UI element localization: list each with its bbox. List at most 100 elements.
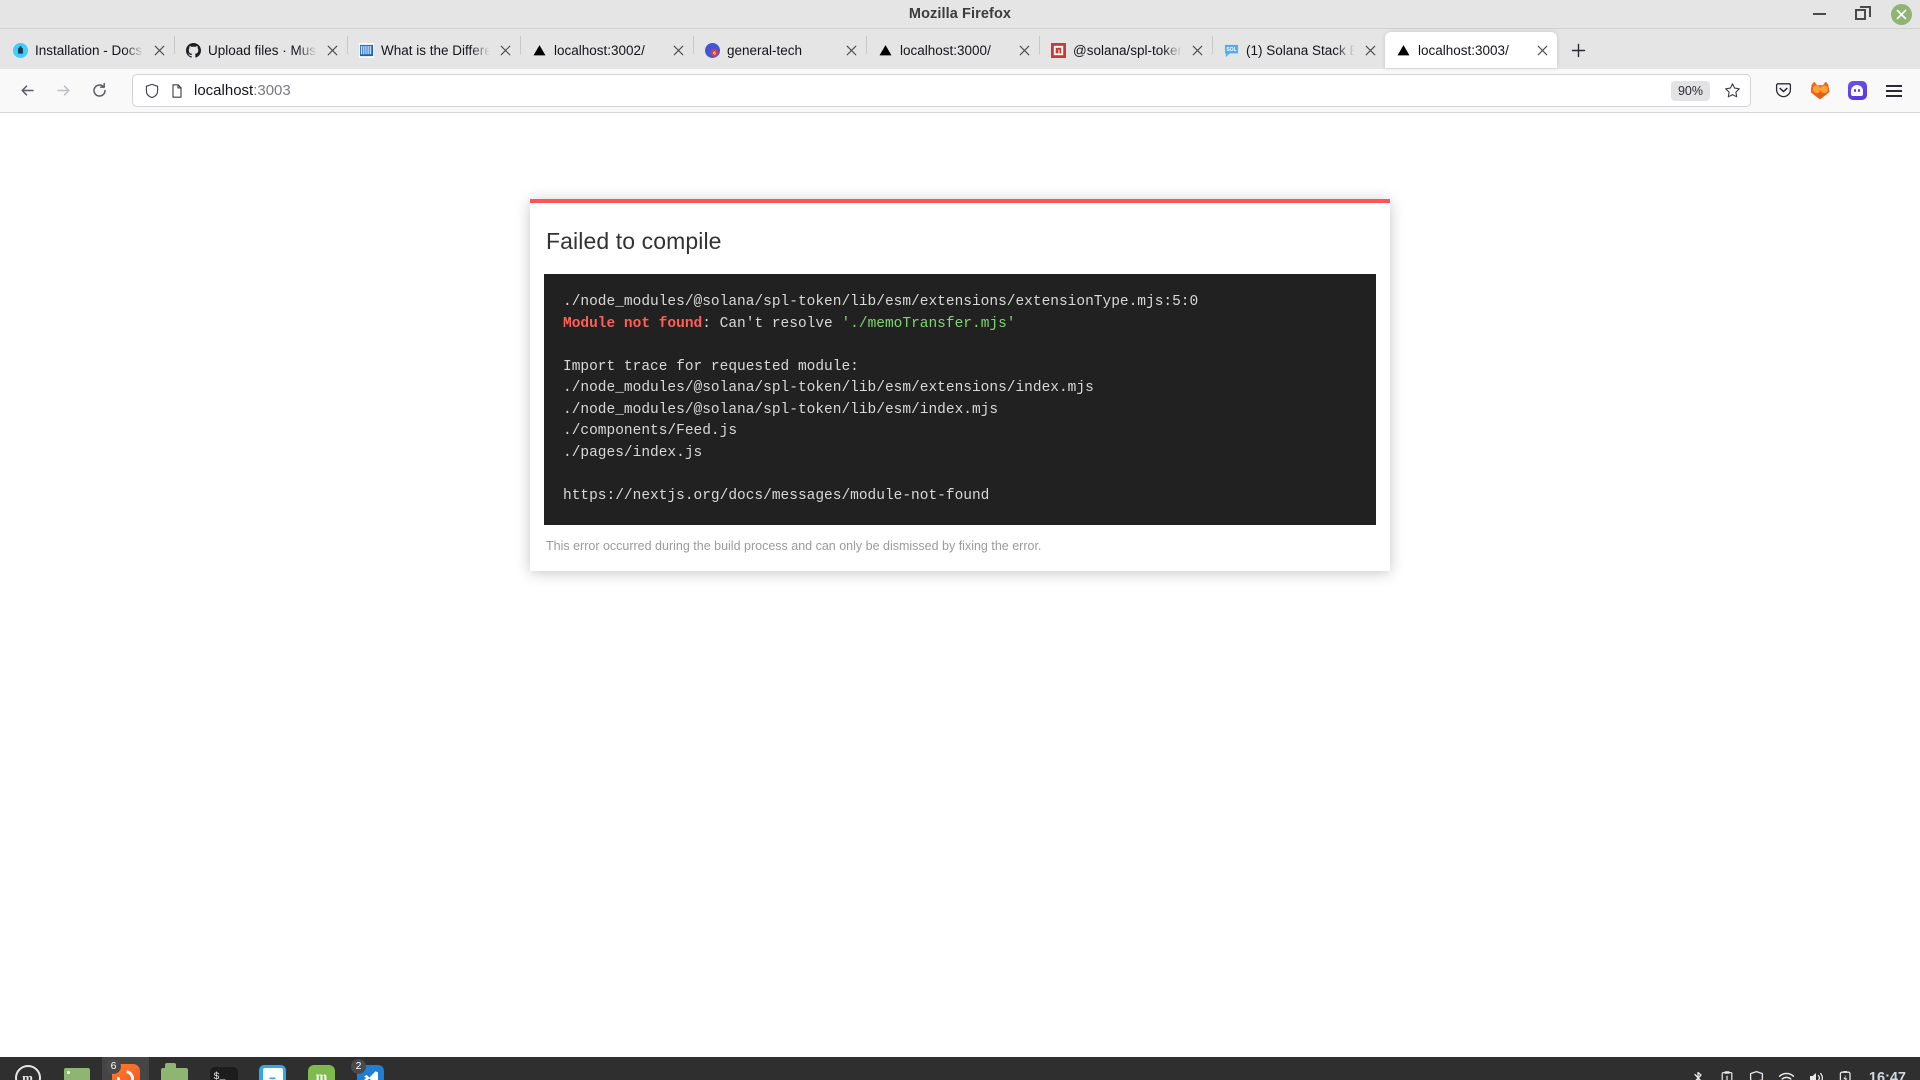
error-line: ./node_modules/@solana/spl-token/lib/esm… [563, 400, 1357, 422]
error-line: Import trace for requested module: [563, 357, 1357, 379]
tab-title: localhost:3002/ [554, 42, 645, 58]
page-content: Failed to compile ./node_modules/@solana… [0, 113, 1920, 1057]
tab-close-button[interactable] [151, 42, 167, 58]
tab-close-button[interactable] [1534, 42, 1550, 58]
tab-localhost-3003-active[interactable]: localhost:3003/ [1385, 32, 1557, 68]
svg-text:6: 6 [713, 50, 716, 55]
url-host: localhost [194, 82, 254, 99]
tab-close-button[interactable] [843, 42, 859, 58]
forward-button[interactable] [46, 74, 80, 108]
close-icon [154, 45, 164, 55]
wifi-icon[interactable] [1778, 1071, 1795, 1080]
tab-close-button[interactable] [497, 42, 513, 58]
tab-installation-docs[interactable]: Installation - Docs [2, 32, 174, 68]
close-icon [1896, 9, 1907, 19]
url-port: :3003 [253, 82, 291, 99]
vscode-taskbar-button[interactable]: 2 [347, 1057, 394, 1080]
tab-close-button[interactable] [1189, 42, 1205, 58]
toolbar-extension-icons [1767, 75, 1910, 107]
stackexchange-icon: SOL [1223, 42, 1239, 58]
clipboard-icon[interactable] [1719, 1070, 1735, 1080]
system-monitor-icon: ⌅ [259, 1064, 286, 1080]
reload-icon [92, 82, 106, 97]
maximize-button[interactable] [1850, 4, 1871, 24]
taskbar-items: m 6 $_ ⌅ m 2 [4, 1057, 394, 1080]
error-segment: ./node_modules/@solana/spl-token/lib/esm… [563, 294, 1199, 310]
linux-mint-logo-icon: m [14, 1065, 41, 1080]
tab-title: localhost:3003/ [1418, 42, 1509, 58]
firefox-taskbar-button[interactable]: 6 [102, 1057, 149, 1080]
bluetooth-icon[interactable] [1690, 1070, 1706, 1080]
error-footer-note: This error occurred during the build pro… [546, 539, 1042, 553]
tab-title: Upload files · MuskaanMu… [208, 42, 317, 58]
url-bar[interactable]: localhost:3003 90% [132, 74, 1751, 107]
close-window-button[interactable] [1891, 3, 1912, 25]
page-info-icon[interactable] [169, 83, 185, 99]
show-desktop-button[interactable] [53, 1057, 100, 1080]
close-icon [673, 45, 683, 55]
battery-icon[interactable] [1838, 1070, 1853, 1080]
error-segment: Import trace for requested module: [563, 358, 859, 375]
taskbar-clock[interactable]: 16:47 [1869, 1070, 1906, 1080]
error-segment: ./node_modules/@solana/spl-token/lib/esm… [563, 401, 999, 418]
tab-solana-spl-token-npm[interactable]: @solana/spl-token - npm [1040, 32, 1212, 68]
window-controls [1809, 0, 1912, 28]
tab-general-tech[interactable]: 6 general-tech [694, 32, 866, 68]
nextjs-triangle-icon [1395, 42, 1411, 58]
system-monitor-taskbar-button[interactable]: ⌅ [249, 1057, 296, 1080]
tab-close-button[interactable] [670, 42, 686, 58]
reload-button[interactable] [82, 74, 116, 108]
tab-close-button[interactable] [324, 42, 340, 58]
mint-menu-button[interactable]: m [4, 1057, 51, 1080]
tab-close-button[interactable] [1362, 42, 1378, 58]
window-titlebar: Mozilla Firefox [0, 0, 1920, 29]
close-icon [1192, 45, 1202, 55]
vscode-window-count-badge: 2 [351, 1059, 366, 1074]
terminal-taskbar-button[interactable]: $_ [200, 1057, 247, 1080]
app-menu-icon[interactable] [1878, 75, 1910, 107]
error-line: ./components/Feed.js [563, 421, 1357, 443]
terminal-icon: $_ [209, 1067, 238, 1080]
tab-upload-files-github[interactable]: Upload files · MuskaanMu… [175, 32, 347, 68]
error-line: Module not found: Can't resolve './memoT… [563, 314, 1357, 336]
window-title: Mozilla Firefox [908, 6, 1012, 22]
minimize-button[interactable] [1809, 4, 1829, 24]
error-line: ./pages/index.js [563, 443, 1357, 465]
tab-title: localhost:3000/ [900, 42, 991, 58]
tab-close-button[interactable] [1016, 42, 1032, 58]
error-segment: https://nextjs.org/docs/messages/module-… [563, 487, 990, 504]
back-arrow-icon [20, 85, 34, 96]
tab-title: Installation - Docs [35, 42, 143, 58]
tab-title: @solana/spl-token - npm [1073, 42, 1182, 58]
metamask-icon[interactable] [1804, 75, 1836, 107]
window-icon [63, 1068, 90, 1080]
update-shield-icon[interactable] [1748, 1070, 1765, 1080]
mint-app-icon: m [308, 1064, 335, 1080]
tab-solana-stack-exchange[interactable]: SOL (1) Solana Stack Exchange [1213, 32, 1385, 68]
tab-what-is-the-difference[interactable]: What is the Difference Be… [348, 32, 520, 68]
error-line [563, 335, 1357, 357]
close-icon [327, 45, 337, 55]
plus-icon [1571, 43, 1585, 57]
svg-text:SOL: SOL [1226, 47, 1236, 53]
tab-title: (1) Solana Stack Exchange [1246, 42, 1355, 58]
bookmark-star-icon[interactable] [1724, 82, 1744, 99]
volume-icon[interactable] [1808, 1070, 1825, 1080]
tracking-protection-shield-icon[interactable] [144, 83, 160, 99]
error-title: Failed to compile [546, 228, 722, 254]
phantom-icon[interactable] [1841, 75, 1873, 107]
files-taskbar-button[interactable] [151, 1057, 198, 1080]
tab-localhost-3000[interactable]: localhost:3000/ [867, 32, 1039, 68]
back-button[interactable] [10, 74, 44, 108]
new-tab-button[interactable] [1562, 34, 1594, 66]
error-segment: ./node_modules/@solana/spl-token/lib/esm… [563, 380, 1094, 396]
tab-title: general-tech [727, 42, 803, 58]
zoom-level-badge[interactable]: 90% [1670, 80, 1710, 101]
error-console-output: ./node_modules/@solana/spl-token/lib/esm… [544, 274, 1376, 525]
tab-localhost-3002[interactable]: localhost:3002/ [521, 32, 693, 68]
system-tray: 16:47 [1690, 1070, 1912, 1080]
system-taskbar: m 6 $_ ⌅ m 2 16:47 [0, 1057, 1920, 1080]
mint-app-taskbar-button[interactable]: m [298, 1057, 345, 1080]
nextjs-error-overlay: Failed to compile ./node_modules/@solana… [530, 199, 1390, 571]
pocket-icon[interactable] [1767, 75, 1799, 107]
